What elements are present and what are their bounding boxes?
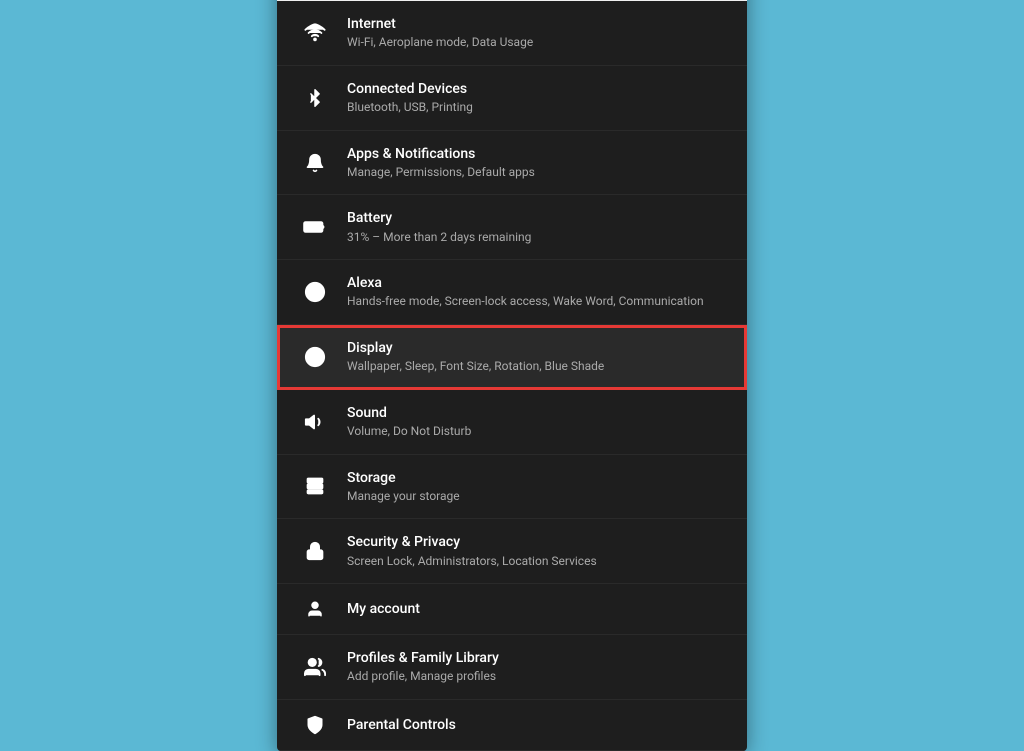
- battery-icon: [297, 220, 333, 234]
- menu-item-display[interactable]: Display Wallpaper, Sleep, Font Size, Rot…: [277, 325, 747, 390]
- menu-item-connected-devices[interactable]: Connected Devices Bluetooth, USB, Printi…: [277, 66, 747, 131]
- menu-item-title-display: Display: [347, 339, 727, 357]
- menu-item-storage[interactable]: Storage Manage your storage: [277, 455, 747, 520]
- menu-item-title-alexa: Alexa: [347, 274, 727, 292]
- menu-item-text-security-privacy: Security & Privacy Screen Lock, Administ…: [347, 533, 727, 569]
- storage-icon: [297, 475, 333, 497]
- menu-item-subtitle-apps-notifications: Manage, Permissions, Default apps: [347, 165, 727, 181]
- wifi-icon: [297, 22, 333, 44]
- menu-item-subtitle-security-privacy: Screen Lock, Administrators, Location Se…: [347, 554, 727, 570]
- menu-item-alexa[interactable]: Alexa Hands-free mode, Screen-lock acces…: [277, 260, 747, 325]
- menu-item-title-sound: Sound: [347, 404, 727, 422]
- menu-item-text-my-account: My account: [347, 600, 727, 618]
- menu-item-text-internet: Internet Wi-Fi, Aeroplane mode, Data Usa…: [347, 15, 727, 51]
- menu-item-title-my-account: My account: [347, 600, 727, 618]
- lock-icon: [297, 540, 333, 562]
- menu-item-my-account[interactable]: My account: [277, 584, 747, 635]
- menu-item-title-parental-controls: Parental Controls: [347, 716, 727, 734]
- menu-item-parental-controls[interactable]: Parental Controls: [277, 700, 747, 751]
- menu-item-subtitle-display: Wallpaper, Sleep, Font Size, Rotation, B…: [347, 359, 727, 375]
- menu-item-internet[interactable]: Internet Wi-Fi, Aeroplane mode, Data Usa…: [277, 1, 747, 66]
- menu-item-battery[interactable]: Battery 31% – More than 2 days remaining: [277, 195, 747, 260]
- bluetooth-icon: [297, 87, 333, 109]
- shield-icon: [297, 714, 333, 736]
- menu-item-title-battery: Battery: [347, 209, 727, 227]
- menu-item-subtitle-storage: Manage your storage: [347, 489, 727, 505]
- menu-item-title-internet: Internet: [347, 15, 727, 33]
- menu-item-subtitle-connected-devices: Bluetooth, USB, Printing: [347, 100, 727, 116]
- circle-icon: [297, 281, 333, 303]
- menu-item-title-apps-notifications: Apps & Notifications: [347, 145, 727, 163]
- settings-panel: Internet Wi-Fi, Aeroplane mode, Data Usa…: [277, 0, 747, 751]
- bell-icon: [297, 152, 333, 174]
- menu-item-text-apps-notifications: Apps & Notifications Manage, Permissions…: [347, 145, 727, 181]
- menu-item-subtitle-internet: Wi-Fi, Aeroplane mode, Data Usage: [347, 35, 727, 51]
- menu-item-security-privacy[interactable]: Security & Privacy Screen Lock, Administ…: [277, 519, 747, 584]
- menu-item-subtitle-sound: Volume, Do Not Disturb: [347, 424, 727, 440]
- menu-item-profiles-family[interactable]: Profiles & Family Library Add profile, M…: [277, 635, 747, 700]
- menu-item-subtitle-battery: 31% – More than 2 days remaining: [347, 230, 727, 246]
- menu-item-subtitle-alexa: Hands-free mode, Screen-lock access, Wak…: [347, 294, 727, 310]
- menu-item-title-security-privacy: Security & Privacy: [347, 533, 727, 551]
- menu-item-title-connected-devices: Connected Devices: [347, 80, 727, 98]
- menu-item-text-profiles-family: Profiles & Family Library Add profile, M…: [347, 649, 727, 685]
- menu-item-text-parental-controls: Parental Controls: [347, 716, 727, 734]
- menu-item-subtitle-profiles-family: Add profile, Manage profiles: [347, 669, 727, 685]
- person-icon: [297, 598, 333, 620]
- group-icon: [297, 656, 333, 678]
- menu-item-text-battery: Battery 31% – More than 2 days remaining: [347, 209, 727, 245]
- menu-item-apps-notifications[interactable]: Apps & Notifications Manage, Permissions…: [277, 131, 747, 196]
- contrast-icon: [297, 346, 333, 368]
- menu-item-text-display: Display Wallpaper, Sleep, Font Size, Rot…: [347, 339, 727, 375]
- menu-item-text-storage: Storage Manage your storage: [347, 469, 727, 505]
- menu-item-text-sound: Sound Volume, Do Not Disturb: [347, 404, 727, 440]
- menu-list: Internet Wi-Fi, Aeroplane mode, Data Usa…: [277, 1, 747, 751]
- sound-icon: [297, 411, 333, 433]
- menu-item-sound[interactable]: Sound Volume, Do Not Disturb: [277, 390, 747, 455]
- menu-item-title-profiles-family: Profiles & Family Library: [347, 649, 727, 667]
- menu-item-title-storage: Storage: [347, 469, 727, 487]
- menu-item-text-alexa: Alexa Hands-free mode, Screen-lock acces…: [347, 274, 727, 310]
- menu-item-text-connected-devices: Connected Devices Bluetooth, USB, Printi…: [347, 80, 727, 116]
